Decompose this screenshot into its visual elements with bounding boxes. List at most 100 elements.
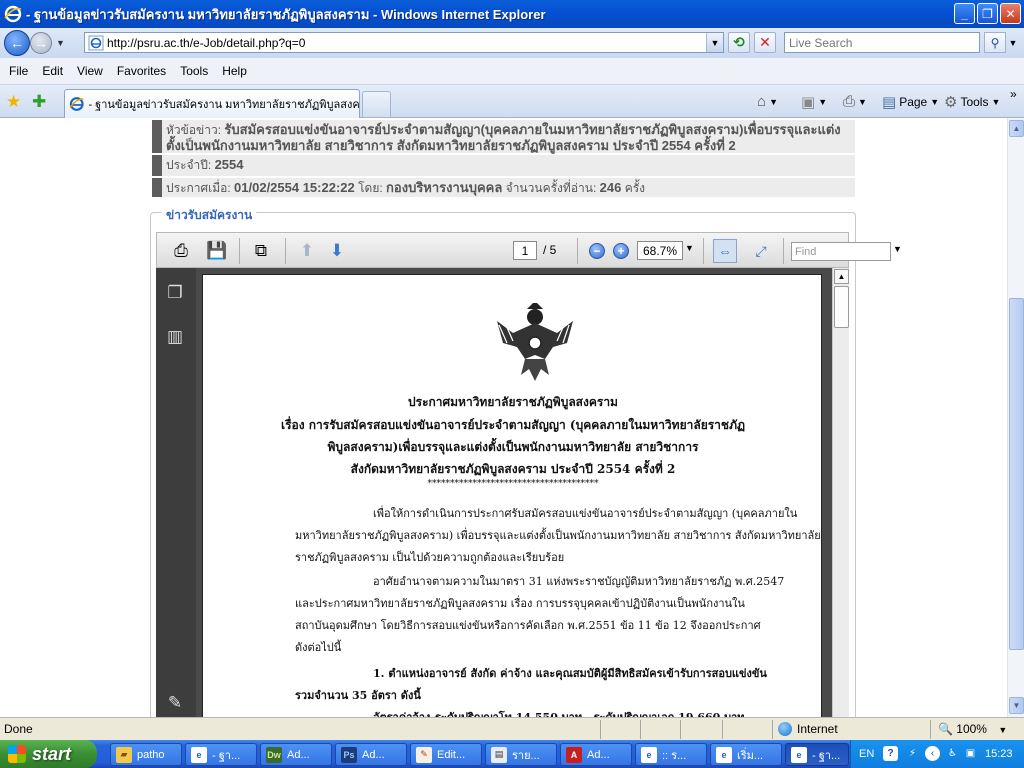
prev-page-icon[interactable]: ⬆	[295, 239, 319, 263]
scroll-thumb[interactable]	[1009, 298, 1024, 650]
task-item[interactable]: ✎ Edit...	[410, 743, 482, 766]
home-icon[interactable]: ⌂ ▼	[757, 93, 778, 110]
search-icon[interactable]: ⚲	[984, 32, 1006, 53]
chevron-more-icon[interactable]: »	[1010, 87, 1017, 101]
doc-line: พิบูลสงคราม)เพื่อบรรจุและแต่งตั้งเป็นพนั…	[327, 440, 699, 454]
scroll-down-icon[interactable]: ▼	[1009, 697, 1024, 714]
stop-button[interactable]: ✕	[754, 32, 776, 53]
task-item[interactable]: e:: ร...	[635, 743, 707, 766]
pages-panel-icon[interactable]: ❐	[164, 282, 186, 304]
pdf-print-icon[interactable]: ⎙	[169, 239, 193, 263]
search-input[interactable]	[785, 33, 979, 52]
refresh-button[interactable]: ⟲	[728, 32, 750, 53]
reads-label: จำนวนครั้งที่อ่าน:	[505, 181, 597, 195]
task-item[interactable]: Dw Ad...	[260, 743, 332, 766]
menu-file[interactable]: File	[9, 64, 28, 78]
by-value: กองบริหารงานบุคคล	[386, 180, 503, 195]
pdf-save-icon[interactable]: 💾	[205, 239, 229, 263]
address-dropdown-icon[interactable]: ▼	[706, 33, 723, 52]
search-box[interactable]	[784, 32, 980, 53]
usb-icon[interactable]: ⚡	[905, 746, 920, 761]
pdf-side-panel: ❐ ▥ ✎	[156, 268, 196, 717]
print-icon[interactable]: ⎙ ▼	[843, 93, 867, 110]
start-button[interactable]: start	[0, 740, 97, 768]
doc-line: เรื่อง การรับสมัครสอบแข่งขันอาจารย์ประจำ…	[280, 418, 746, 432]
search-options-icon[interactable]: ▼	[1006, 32, 1020, 53]
menu-edit[interactable]: Edit	[42, 64, 63, 78]
info-headline-row: หัวข้อข่าว: รับสมัครสอบแข่งขันอาจารย์ประ…	[152, 120, 855, 154]
menu-view[interactable]: View	[77, 64, 103, 78]
year-value: 2554	[214, 157, 244, 172]
task-item[interactable]: e- ฐา...	[185, 743, 257, 766]
window-title: - ฐานข้อมูลข่าวรับสมัครงาน มหาวิทยาลัยรา…	[26, 6, 546, 22]
attachments-panel-icon[interactable]: ▥	[164, 326, 186, 348]
garuda-emblem-icon	[497, 303, 573, 381]
back-button[interactable]: ←	[4, 30, 30, 56]
new-tab-button[interactable]	[362, 91, 391, 118]
accessibility-icon[interactable]: ♿	[945, 746, 960, 761]
headline-text: รับสมัครสอบแข่งขันอาจารย์ประจำตามสัญญา(บ…	[166, 122, 841, 153]
posted-value: 01/02/2554 15:22:22	[234, 180, 355, 195]
security-zone[interactable]: Internet	[778, 722, 838, 736]
next-page-icon[interactable]: ⬇	[325, 239, 349, 263]
scroll-up-icon[interactable]: ▲	[1009, 120, 1024, 137]
doc-line: **************************************	[427, 479, 599, 489]
pdf-toolbar: ⎙ 💾 ⧉ ⬆ ⬇ 1 / 5 − + 68.7% ▼ ⇔ ⤢ Find ▼	[156, 232, 902, 268]
feeds-icon[interactable]: ▣ ▼	[801, 93, 827, 111]
windows-logo-icon	[8, 745, 26, 763]
help-icon[interactable]: ?	[883, 746, 898, 761]
back-circle-icon[interactable]: ‹	[925, 746, 940, 761]
task-item[interactable]: ▤ ราย...	[485, 743, 557, 766]
history-dropdown-icon[interactable]: ▼	[56, 38, 65, 48]
add-favorite-icon[interactable]: ✚	[32, 92, 46, 112]
address-bar[interactable]: http://psru.ac.th/e-Job/detail.php?q=0 ▼	[84, 32, 724, 53]
tools-menu-button[interactable]: ⚙ Tools ▼	[944, 93, 1000, 111]
close-button[interactable]: ✕	[1000, 3, 1021, 24]
page-number-input[interactable]: 1	[513, 241, 537, 260]
zoom-out-icon[interactable]: −	[589, 243, 605, 259]
ie-window: - ฐานข้อมูลข่าวรับสมัครงาน มหาวิทยาลัยรา…	[0, 0, 1024, 768]
pdf-scrollbar[interactable]: ▲	[832, 268, 849, 717]
pdf-scroll-thumb[interactable]	[834, 286, 849, 328]
forward-button[interactable]: →	[30, 32, 52, 54]
task-item[interactable]: Ps Ad...	[335, 743, 407, 766]
menu-favorites[interactable]: Favorites	[117, 64, 166, 78]
zoom-in-icon[interactable]: +	[613, 243, 629, 259]
task-item[interactable]: ▰ patho	[110, 743, 182, 766]
posted-label: ประกาศเมื่อ:	[166, 181, 231, 195]
page-icon	[88, 35, 104, 50]
fit-page-icon[interactable]: ⤢	[749, 239, 773, 263]
menu-tools[interactable]: Tools	[180, 64, 208, 78]
reads-unit: ครั้ง	[624, 181, 646, 195]
page-scrollbar[interactable]: ▲ ▼	[1007, 118, 1024, 717]
tab-label: - ฐานข้อมูลข่าวรับสมัครงาน มหาวิทยาลัยรา…	[88, 99, 359, 111]
address-url[interactable]: http://psru.ac.th/e-Job/detail.php?q=0	[107, 36, 305, 50]
minimize-button[interactable]: _	[954, 3, 975, 24]
zoom-level[interactable]: 🔍 100% ▼	[938, 722, 1007, 736]
find-dropdown-icon[interactable]: ▼	[893, 244, 902, 254]
by-label: โดย:	[358, 181, 383, 195]
doc-line: รวมจำนวน 35 อัตรา ดังนี้	[295, 689, 421, 702]
favorites-star-icon[interactable]: ★	[6, 92, 21, 112]
window-controls: _ ❐ ✕	[954, 3, 1021, 24]
fit-width-icon[interactable]: ⇔	[713, 239, 737, 263]
doc-line: สถาบันอุดมศึกษา โดยวิธีการสอบแข่งขันหรือ…	[295, 619, 761, 632]
zoom-dropdown-icon[interactable]: ▼	[685, 243, 694, 253]
task-item-active[interactable]: e- ฐา...	[785, 743, 849, 766]
pdf-scroll-up-icon[interactable]: ▲	[834, 269, 849, 284]
zoom-input[interactable]: 68.7%	[637, 241, 683, 260]
paperclip-icon[interactable]: ✎	[164, 692, 186, 714]
restore-button[interactable]: ❐	[977, 3, 998, 24]
language-indicator[interactable]: EN	[859, 748, 874, 760]
menu-help[interactable]: Help	[222, 64, 247, 78]
tab-active[interactable]: - ฐานข้อมูลข่าวรับสมัครงาน มหาวิทยาลัยรา…	[64, 89, 360, 118]
page-menu-button[interactable]: ▤ Page ▼	[882, 93, 939, 111]
task-item[interactable]: e เริ่ม...	[710, 743, 782, 766]
page-total: / 5	[543, 243, 557, 257]
doc-line: ราชภัฏพิบูลสงคราม เป็นไปด้วยความถูกต้องแ…	[295, 551, 565, 564]
task-item[interactable]: A Ad...	[560, 743, 632, 766]
network-icon[interactable]: ▣	[963, 746, 978, 761]
find-input[interactable]: Find	[791, 242, 891, 261]
pdf-page: ประกาศมหาวิทยาลัยราชภัฏพิบูลสงคราม เรื่อ…	[202, 274, 822, 734]
pdf-share-icon[interactable]: ⧉	[249, 239, 273, 263]
